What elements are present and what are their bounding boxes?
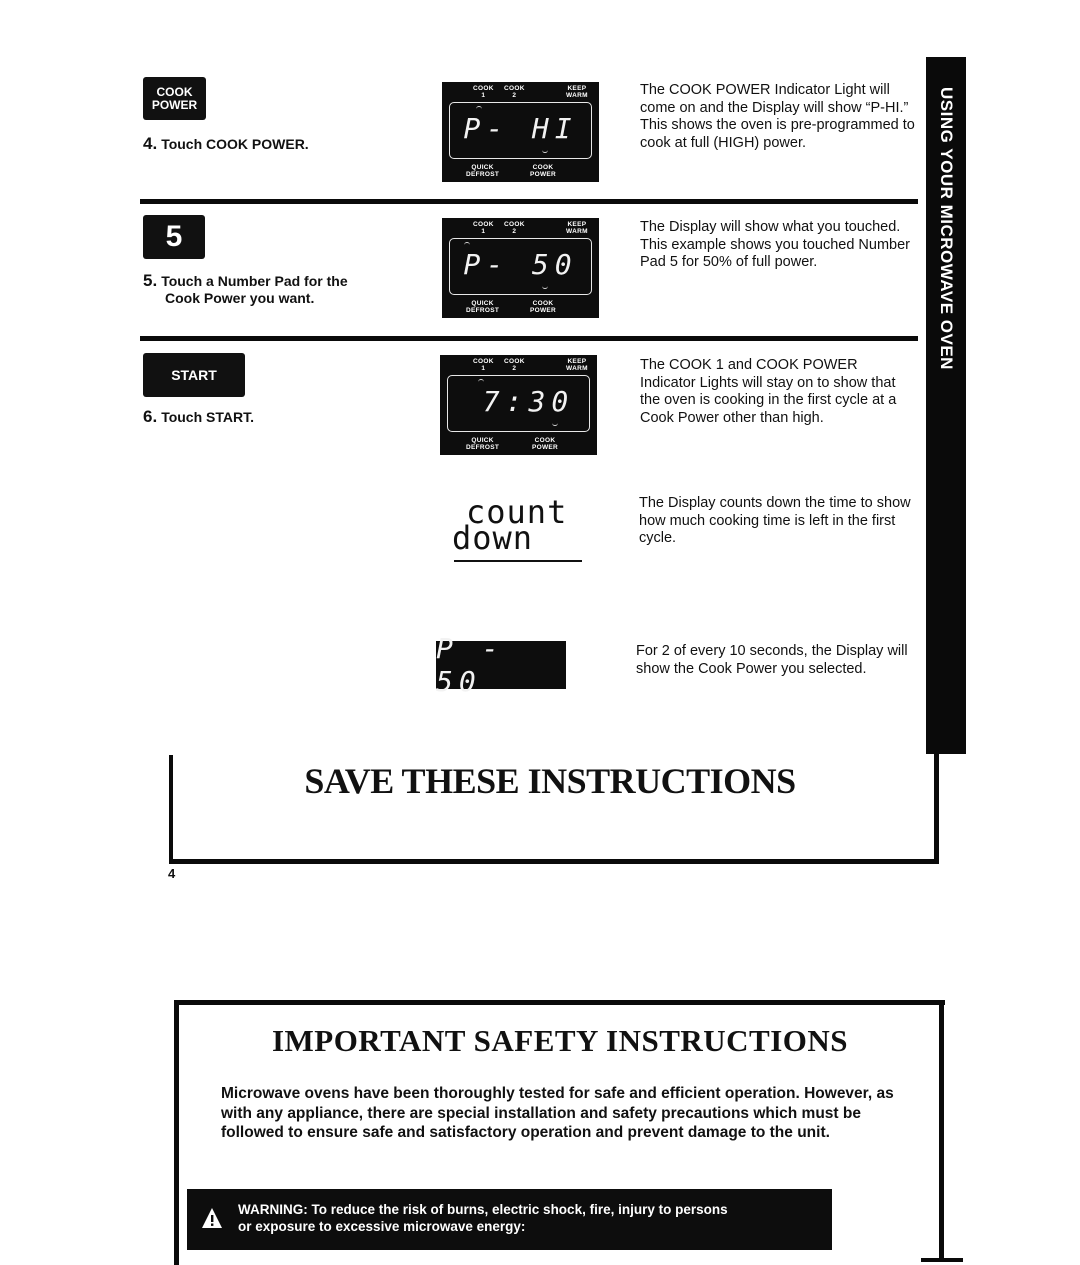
label-keep-warm: KEEP WARM [566, 221, 588, 235]
section-side-tab: USING YOUR MICROWAVE OVEN [926, 57, 966, 754]
display-readout: P- HI [463, 112, 578, 145]
countdown-graphic: count down [452, 496, 582, 566]
display-panel-step-4: COOK 1 COOK 2 KEEP WARM P- HI QUICK DEFROST … [442, 82, 599, 182]
label-keep-warm: KEEP WARM [566, 358, 588, 372]
start-key-icon: START [143, 353, 245, 397]
display-screen: 7:30 [447, 375, 590, 432]
label-quick-defrost: QUICK DEFROST [466, 300, 500, 314]
display-readout: 7:30 [482, 385, 575, 418]
step-text-line1: Touch a Number Pad for the [161, 273, 348, 289]
step-number: 4. [143, 134, 158, 153]
step-number: 5. [143, 271, 158, 290]
step-text: Touch [161, 409, 207, 425]
label-cook-power: COOK POWER [530, 164, 557, 178]
cook-power-readout-display: P - 50 [436, 632, 566, 698]
countdown-description: The Display counts down the time to show… [639, 495, 911, 546]
step-4-instruction: 4. Touch COOK POWER. [143, 135, 309, 153]
countdown-underline [454, 560, 582, 562]
display-readout: P- 50 [463, 248, 578, 281]
step-number: 6. [143, 407, 158, 426]
side-tab-label: USING YOUR MICROWAVE OVEN [937, 87, 956, 370]
indicator-cook-power [552, 422, 558, 426]
save-box-bottom-border [169, 859, 938, 864]
display-screen: P- 50 [449, 238, 592, 295]
number-pad-5-key-icon: 5 [143, 215, 205, 259]
countdown-word-down: down [452, 519, 534, 557]
section-divider [140, 336, 918, 341]
warning-text: WARNING: To reduce the risk of burns, el… [238, 1201, 728, 1235]
step-5-description: The Display will show what you touched. … [640, 219, 910, 270]
step-5-instruction: 5. Touch a Number Pad for the Cook Power … [143, 272, 348, 307]
indicator-cook-power [542, 285, 548, 289]
label-quick-defrost: QUICK DEFROST [466, 164, 500, 178]
indicator-cook-power [542, 149, 548, 153]
warning-line-2: or exposure to excessive microwave energ… [238, 1219, 526, 1234]
label-cook-1: COOK 1 [473, 358, 494, 372]
warning-line-1: WARNING: To reduce the risk of burns, el… [238, 1202, 728, 1217]
indicator-cook-1 [478, 379, 484, 383]
display-readout: P - 50 [436, 632, 505, 698]
indicator-cook-1 [476, 106, 482, 110]
warning-banner: WARNING: To reduce the risk of burns, el… [187, 1189, 832, 1250]
page-number: 4 [168, 866, 176, 881]
safety-box-top-border [174, 1000, 945, 1005]
label-cook-2: COOK 2 [504, 221, 525, 235]
label-cook-2: COOK 2 [504, 85, 525, 99]
save-instructions-heading: SAVE THESE INSTRUCTIONS [304, 761, 796, 801]
section-divider [140, 199, 918, 204]
cook-power-flash-description: For 2 of every 10 seconds, the Display w… [636, 643, 908, 677]
label-cook-power: COOK POWER [532, 437, 559, 451]
label-keep-warm: KEEP WARM [566, 85, 588, 99]
safety-box-foot [921, 1258, 963, 1262]
display-panel-step-5: COOK 1 COOK 2 KEEP WARM P- 50 QUICK DEFROST … [442, 218, 599, 318]
label-cook-2: COOK 2 [504, 358, 525, 372]
cook-power-key-icon: COOK POWER [143, 77, 206, 120]
indicator-cook-1 [464, 242, 470, 246]
safety-heading: IMPORTANT SAFETY INSTRUCTIONS [271, 1023, 849, 1058]
step-text: Touch [161, 136, 207, 152]
step-6-description: The COOK 1 and COOK POWER Indicator Ligh… [640, 357, 897, 426]
label-cook-power: COOK POWER [530, 300, 557, 314]
step-text-line2: Cook Power you want. [165, 290, 315, 306]
key-label: START [171, 367, 217, 383]
label-cook-1: COOK 1 [473, 85, 494, 99]
safety-body-text: Microwave ovens have been thoroughly tes… [221, 1085, 894, 1141]
warning-triangle-icon [202, 1208, 222, 1228]
save-box-right-border [934, 754, 939, 864]
step-text-bold: START. [206, 409, 254, 425]
key-label-line1: COOK [156, 84, 193, 99]
step-6-instruction: 6. Touch START. [143, 408, 254, 426]
step-4-description: The COOK POWER Indicator Light will come… [640, 82, 915, 151]
display-screen: P- HI [449, 102, 592, 159]
step-text-bold: COOK POWER. [206, 136, 309, 152]
label-quick-defrost: QUICK DEFROST [466, 437, 500, 451]
key-label: 5 [165, 220, 183, 253]
label-cook-1: COOK 1 [473, 221, 494, 235]
key-label-line2: POWER [151, 97, 198, 112]
display-panel-step-6: COOK 1 COOK 2 KEEP WARM 7:30 QUICK DEFROST C… [440, 355, 597, 455]
